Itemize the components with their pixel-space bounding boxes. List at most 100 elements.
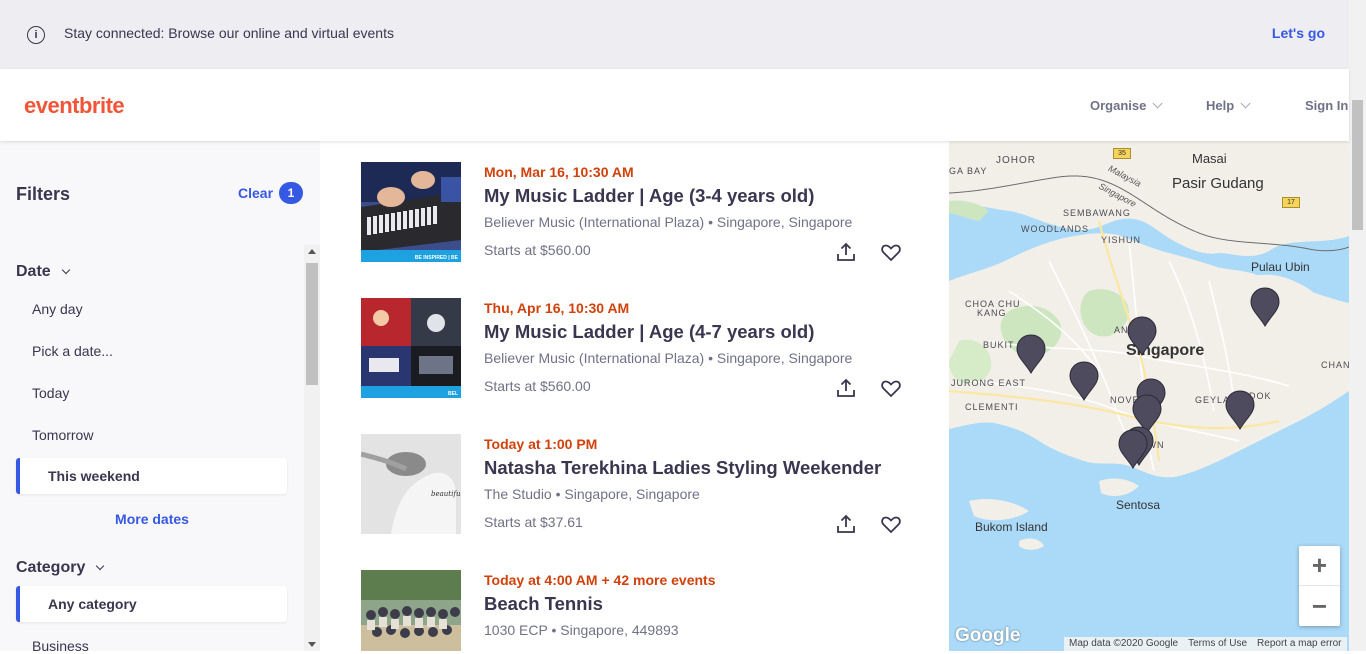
date-option-any-day[interactable]: Any day (32, 301, 83, 317)
category-heading-label: Category (16, 559, 86, 576)
map-data-credit: Map data ©2020 Google (1069, 638, 1179, 649)
organise-label: Organise (1090, 98, 1147, 113)
event-date: Mon, Mar 16, 10:30 AM (484, 164, 634, 180)
map-label: Pulau Ubin (1251, 260, 1310, 274)
road-badge: 35 (1113, 148, 1131, 159)
category-filter-heading[interactable]: Category (16, 559, 105, 577)
event-title[interactable]: Beach Tennis (484, 593, 603, 615)
thumbnail-caption: BEL (448, 391, 458, 397)
map-label: ANG MO (1114, 325, 1157, 335)
zoom-in-button[interactable]: + (1299, 546, 1340, 586)
help-menu[interactable]: Help (1206, 98, 1251, 113)
event-card[interactable]: Today at 4:00 AM + 42 more events Beach … (361, 570, 921, 651)
event-card[interactable]: BEL Thu, Apr 16, 10:30 AM My Music Ladde… (361, 298, 921, 398)
heart-icon[interactable] (880, 378, 902, 398)
sidebar-scrollbar[interactable] (304, 245, 320, 651)
filters-sidebar: Filters Clear 1 Date Any day Pick a date… (0, 141, 320, 654)
info-banner: i Stay connected: Browse our online and … (0, 0, 1349, 69)
sidebar-scrollbar-thumb[interactable] (306, 263, 318, 385)
event-card[interactable]: beautiful Souls Today at 1:00 PM Natasha… (361, 434, 921, 534)
chevron-down-icon (1152, 98, 1163, 109)
event-price: Starts at $560.00 (484, 378, 591, 394)
event-price: Starts at $560.00 (484, 242, 591, 258)
event-venue: 1030 ECP • Singapore, 449893 (484, 622, 679, 638)
date-option-tomorrow[interactable]: Tomorrow (32, 427, 93, 443)
date-option-this-weekend[interactable]: This weekend (16, 458, 287, 494)
map-label: BUKIT (983, 340, 1015, 350)
sign-in-label: Sign In (1305, 98, 1349, 113)
map-label: KANG (977, 308, 1007, 318)
event-venue: Believer Music (International Plaza) • S… (484, 350, 853, 366)
filters-title: Filters (16, 184, 71, 204)
map-label: Masai (1192, 151, 1227, 166)
map-label: NOVE (1110, 395, 1140, 405)
more-dates-link[interactable]: More dates (0, 511, 304, 527)
share-icon[interactable] (835, 513, 857, 535)
date-option-today[interactable]: Today (32, 385, 69, 401)
thumbnail-caption: beautiful Souls (431, 490, 461, 498)
event-date: Today at 1:00 PM (484, 436, 598, 452)
event-date: Thu, Apr 16, 10:30 AM (484, 300, 630, 316)
date-heading-label: Date (16, 263, 51, 280)
event-title[interactable]: My Music Ladder | Age (4-7 years old) (484, 321, 814, 343)
help-label: Help (1206, 98, 1235, 113)
event-card[interactable]: BE INSPIRED | BE Mon, Mar 16, 10:30 AM M… (361, 162, 921, 262)
clear-filters-button[interactable]: Clear (238, 185, 273, 201)
event-thumbnail[interactable]: BE INSPIRED | BE (361, 162, 461, 262)
info-icon: i (27, 26, 45, 44)
banner-text: Stay connected: Browse our online and vi… (64, 25, 394, 41)
category-option-any[interactable]: Any category (16, 586, 287, 622)
event-price: Starts at $37.61 (484, 514, 583, 530)
map-label: YISHUN (1101, 235, 1142, 245)
event-thumbnail[interactable]: beautiful Souls (361, 434, 461, 534)
organise-menu[interactable]: Organise (1090, 98, 1163, 113)
map-footer: Map data ©2020 Google Terms of Use Repor… (1064, 637, 1347, 651)
event-venue: The Studio • Singapore, Singapore (484, 486, 700, 502)
map-label: DOK (1249, 391, 1272, 401)
heart-icon[interactable] (880, 242, 902, 262)
share-icon[interactable] (835, 377, 857, 399)
map-canvas[interactable] (949, 141, 1349, 651)
map-label: Singapore (1126, 342, 1205, 359)
map-label: GEYLANG (1195, 395, 1246, 405)
event-thumbnail[interactable]: BEL (361, 298, 461, 398)
road-badge: 17 (1282, 197, 1300, 208)
map-label: SEMBAWANG (1063, 208, 1131, 218)
map-label: Pasir Gudang (1172, 175, 1264, 192)
event-results-list: BE INSPIRED | BE Mon, Mar 16, 10:30 AM M… (320, 141, 949, 651)
google-logo: Google (955, 625, 1021, 646)
date-filter-heading[interactable]: Date (16, 263, 70, 281)
page-scrollbar[interactable] (1349, 0, 1366, 651)
chevron-down-icon (1240, 98, 1251, 109)
event-date: Today at 4:00 AM + 42 more events (484, 572, 716, 588)
scroll-down-icon[interactable] (308, 642, 316, 647)
chevron-down-icon (96, 561, 105, 571)
map-label: CLEMENTI (965, 402, 1019, 412)
terms-of-use-link[interactable]: Terms of Use (1188, 638, 1247, 650)
map-zoom-controls: + − (1299, 546, 1340, 626)
events-map[interactable]: JOHOR Masai Pasir Gudang GA BAY Malaysia… (949, 141, 1349, 651)
map-label: DOWN (1132, 440, 1165, 450)
page-scrollbar-thumb[interactable] (1352, 100, 1363, 230)
map-label: WOODLANDS (1021, 224, 1090, 234)
scroll-up-icon[interactable] (308, 249, 316, 254)
sign-in-link[interactable]: Sign In (1305, 98, 1348, 113)
eventbrite-logo[interactable]: eventbrite (24, 93, 125, 119)
map-label: CHAN (1321, 360, 1349, 370)
event-title[interactable]: My Music Ladder | Age (3-4 years old) (484, 185, 814, 207)
thumbnail-caption: BE INSPIRED | BE (415, 255, 459, 261)
filter-count-badge: 1 (279, 182, 303, 204)
map-label: JOHOR (996, 155, 1036, 166)
date-option-pick-date[interactable]: Pick a date... (32, 343, 113, 359)
event-venue: Believer Music (International Plaza) • S… (484, 214, 853, 230)
heart-icon[interactable] (880, 514, 902, 534)
event-title[interactable]: Natasha Terekhina Ladies Styling Weekend… (484, 457, 881, 479)
zoom-out-button[interactable]: − (1299, 586, 1340, 626)
category-option-business[interactable]: Business (32, 638, 89, 654)
lets-go-link[interactable]: Let's go (1272, 25, 1325, 41)
report-map-error-link[interactable]: Report a map error (1257, 638, 1341, 650)
event-thumbnail[interactable] (361, 570, 461, 651)
share-icon[interactable] (835, 241, 857, 263)
chevron-down-icon (61, 265, 70, 275)
map-label: GA BAY (949, 166, 988, 176)
